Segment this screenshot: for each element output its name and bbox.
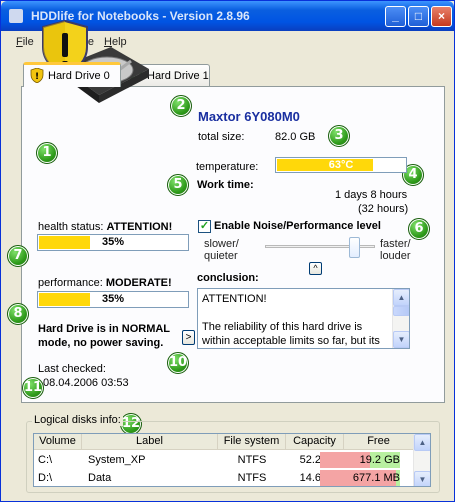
- total-size-label: total size:: [198, 131, 245, 143]
- app-window: HDDlife for Notebooks - Version 2.8.96 _…: [0, 0, 455, 502]
- performance-bar: 35%: [37, 291, 189, 308]
- logical-disks-title: Logical disks info:: [32, 414, 123, 426]
- callout-badge-8: 8: [7, 303, 29, 325]
- conclusion-line-2: [202, 306, 391, 320]
- callout-badge-1: 1: [36, 142, 58, 164]
- file-system-cell: NTFS: [237, 454, 267, 466]
- tab-hard-drive-0-label: Hard Drive 0: [48, 70, 110, 82]
- callout-badge-11: 11: [22, 377, 44, 399]
- mode-text-line2: mode, no power saving.: [38, 337, 164, 349]
- column-capacity[interactable]: Capacity: [286, 434, 344, 449]
- label-cell: System_XP: [88, 454, 146, 466]
- last-checked-label: Last checked:: [38, 363, 106, 375]
- shield-warning-icon: !: [30, 68, 44, 83]
- column-volume[interactable]: Volume: [34, 434, 82, 449]
- temperature-bar: 63°C: [275, 157, 407, 173]
- noise-checkbox-label[interactable]: Enable Noise/Performance level: [214, 220, 381, 232]
- menu-file-label: ile: [22, 36, 34, 48]
- conclusion-scroll-thumb[interactable]: [393, 306, 409, 316]
- chevron-up-icon: ^: [313, 263, 318, 273]
- health-percent: 35%: [101, 236, 125, 248]
- menu-file-accel: F: [16, 36, 23, 48]
- temperature-label: temperature:: [196, 161, 259, 173]
- chevron-right-icon: >: [185, 332, 192, 343]
- mode-text-line1: Hard Drive is in NORMAL: [38, 323, 171, 335]
- callout-badge-5: 5: [167, 174, 189, 196]
- conclusion-line-3: The reliability of this hard drive is: [202, 321, 363, 333]
- noise-slider-thumb[interactable]: [349, 237, 361, 258]
- scroll-up-arrow-icon[interactable]: ▲: [414, 434, 430, 451]
- checkmark-icon: ✓: [199, 220, 210, 232]
- volume-cell: C:\: [38, 454, 53, 466]
- scroll-down-arrow-icon[interactable]: ▼: [393, 331, 409, 348]
- mode-details-button[interactable]: >: [182, 330, 195, 345]
- column-label[interactable]: Label: [82, 434, 218, 449]
- callout-badge-10: 10: [167, 352, 189, 374]
- table-row[interactable]: D:\ Data NTFS 14.6 GB 677.1 MB: [34, 469, 414, 486]
- drive-model: Maxtor 6Y080M0: [198, 109, 300, 124]
- free-cell: 677.1 MB: [352, 472, 400, 484]
- svg-text:!: !: [35, 72, 39, 82]
- conclusion-scrollbar[interactable]: ▲ ▼: [392, 289, 409, 348]
- menu-file[interactable]: File: [16, 36, 34, 48]
- faster-louder-label: faster/ louder: [380, 238, 411, 262]
- total-size-value: 82.0 GB: [275, 131, 316, 143]
- volume-cell: D:\: [38, 472, 53, 484]
- work-time-hours: (32 hours): [358, 203, 409, 215]
- conclusion-line-4: within acceptable limits so far, but its: [202, 335, 380, 347]
- file-system-cell: NTFS: [237, 472, 267, 484]
- column-free[interactable]: Free: [344, 434, 414, 449]
- free-cell: 19.2 GB: [359, 454, 400, 466]
- conclusion-label: conclusion:: [197, 272, 259, 284]
- performance-value: MODERATE!: [105, 277, 172, 289]
- minimize-button[interactable]: _: [385, 6, 406, 27]
- maximize-button[interactable]: □: [408, 6, 429, 27]
- table-header: Volume Label File system Capacity Free: [34, 434, 414, 450]
- table-row[interactable]: C:\ System_XP NTFS 52.2 GB 19.2 GB: [34, 451, 414, 469]
- performance-status: performance: MODERATE!: [38, 277, 172, 289]
- conclusion-textbox[interactable]: ATTENTION! The reliability of this hard …: [197, 288, 410, 349]
- tab-hard-drive-0[interactable]: ! Hard Drive 0: [23, 62, 121, 87]
- logical-disks-table: Volume Label File system Capacity Free C…: [33, 433, 431, 487]
- work-time-label: Work time:: [197, 179, 254, 191]
- work-time-value: 1 days 8 hours: [335, 189, 408, 201]
- column-file-system[interactable]: File system: [218, 434, 286, 449]
- callout-badge-7: 7: [7, 245, 29, 267]
- performance-label: performance:: [38, 277, 103, 289]
- performance-percent: 35%: [101, 293, 125, 305]
- close-button[interactable]: ×: [431, 6, 452, 27]
- conclusion-line-1: ATTENTION!: [202, 293, 267, 305]
- health-bar: 35%: [37, 234, 189, 251]
- tab-hard-drive-1-label: Hard Drive 1: [147, 70, 209, 82]
- callout-badge-3: 3: [328, 125, 350, 147]
- slower-quieter-label: slower/ quieter: [204, 238, 239, 262]
- health-status-label: health status:: [38, 221, 104, 233]
- scroll-down-arrow-icon[interactable]: ▼: [414, 471, 430, 486]
- health-status: health status: ATTENTION!: [38, 221, 172, 233]
- callout-badge-2: 2: [170, 95, 192, 117]
- disks-scrollbar[interactable]: ▲ ▼: [413, 434, 430, 486]
- last-checked-value: 08.04.2006 03:53: [43, 377, 129, 389]
- temperature-value: 63°C: [328, 159, 354, 171]
- collapse-noise-button[interactable]: ^: [309, 262, 322, 275]
- noise-checkbox[interactable]: ✓: [198, 220, 211, 233]
- health-status-value: ATTENTION!: [106, 221, 173, 233]
- scroll-up-arrow-icon[interactable]: ▲: [393, 289, 409, 306]
- app-icon: [9, 9, 23, 23]
- label-cell: Data: [88, 472, 112, 484]
- callout-badge-6: 6: [408, 218, 430, 240]
